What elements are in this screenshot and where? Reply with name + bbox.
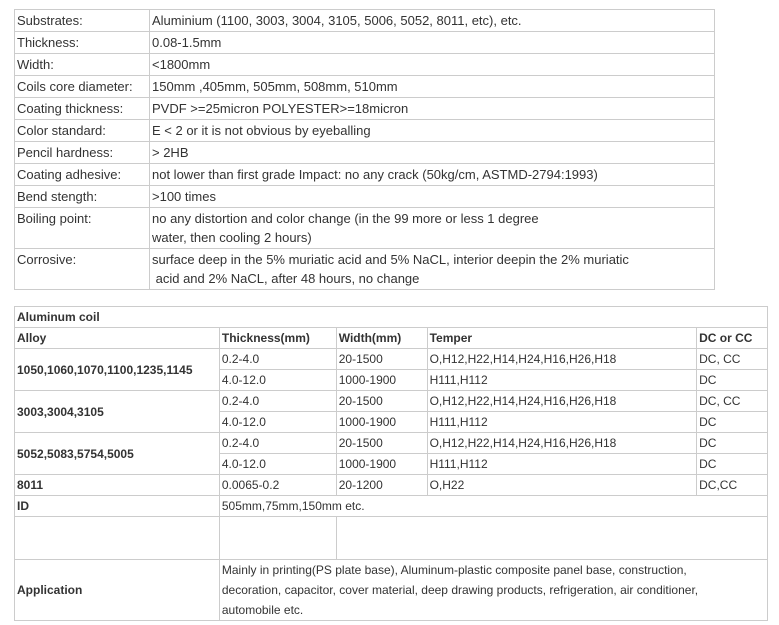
spec-value-line: acid and 2% NaCL, after 48 hours, no cha… <box>152 271 420 286</box>
dc-cell: DC <box>696 411 768 433</box>
spec-value: >100 times <box>149 185 715 208</box>
temper-cell: O,H12,H22,H14,H24,H16,H26,H18 <box>426 432 698 454</box>
spec-value: no any distortion and color change (in t… <box>149 207 715 249</box>
spec-row: Coating thickness: PVDF >=25micron POLYE… <box>14 97 715 120</box>
spec-label: Thickness: <box>14 31 150 54</box>
spec-label: Width: <box>14 53 150 76</box>
empty-cell <box>218 516 337 560</box>
coil-table-title: Aluminum coil <box>14 306 768 328</box>
alloy-cell: 5052,5083,5754,5005 <box>14 432 220 475</box>
spec-label: Corrosive: <box>14 248 150 290</box>
spec-row: Bend stength: >100 times <box>14 185 715 208</box>
spec-value: E < 2 or it is not obvious by eyeballing <box>149 119 715 142</box>
spec-label: Bend stength: <box>14 185 150 208</box>
application-row: Application Mainly in printing(PS plate … <box>14 559 769 621</box>
spec-value: > 2HB <box>149 141 715 164</box>
spec-label: Pencil hardness: <box>14 141 150 164</box>
width-cell: 1000-1900 <box>335 453 428 475</box>
aluminum-coil-table: Aluminum coil Alloy Thickness(mm) Width(… <box>14 306 769 621</box>
temper-cell: O,H22 <box>426 474 698 496</box>
id-label: ID <box>14 495 220 517</box>
application-line: decoration, capacitor, cover material, d… <box>221 583 699 597</box>
application-line: Mainly in printing(PS plate base), Alumi… <box>221 563 687 577</box>
thickness-cell: 0.0065-0.2 <box>218 474 337 496</box>
coil-title-row: Aluminum coil <box>14 306 768 328</box>
dc-cell: DC <box>696 432 768 454</box>
header-dc-or-cc: DC or CC <box>696 327 768 349</box>
width-cell: 1000-1900 <box>335 411 428 433</box>
specifications-table: Substrates: Aluminium (1100, 3003, 3004,… <box>14 9 715 290</box>
width-cell: 20-1200 <box>335 474 428 496</box>
spec-value-line: water, then cooling 2 hours) <box>152 230 312 245</box>
spec-value: <1800mm <box>149 53 715 76</box>
application-value: Mainly in printing(PS plate base), Alumi… <box>218 559 769 621</box>
thickness-cell: 4.0-12.0 <box>218 411 337 433</box>
temper-cell: O,H12,H22,H14,H24,H16,H26,H18 <box>426 390 698 412</box>
spec-value: PVDF >=25micron POLYESTER>=18micron <box>149 97 715 120</box>
header-temper: Temper <box>426 327 698 349</box>
empty-row <box>14 516 769 560</box>
table-row: 1050,1060,1070,1100,1235,1145 0.2-4.0 20… <box>14 348 768 391</box>
id-row: ID 505mm,75mm,150mm etc. <box>14 495 769 517</box>
thickness-cell: 0.2-4.0 <box>218 432 337 454</box>
spec-row: Color standard: E < 2 or it is not obvio… <box>14 119 715 142</box>
temper-cell: H111,H112 <box>426 411 698 433</box>
spec-label: Boiling point: <box>14 207 150 249</box>
dc-cell: DC, CC <box>696 348 768 370</box>
thickness-cell: 4.0-12.0 <box>218 453 337 475</box>
width-cell: 20-1500 <box>335 432 428 454</box>
dc-cell: DC,CC <box>696 474 768 496</box>
temper-cell: O,H12,H22,H14,H24,H16,H26,H18 <box>426 348 698 370</box>
dc-cell: DC <box>696 453 768 475</box>
temper-cell: H111,H112 <box>426 453 698 475</box>
alloy-cell: 3003,3004,3105 <box>14 390 220 433</box>
alloy-cell: 8011 <box>14 474 220 496</box>
spec-value: surface deep in the 5% muriatic acid and… <box>149 248 715 290</box>
spec-row: Coating adhesive: not lower than first g… <box>14 163 715 186</box>
width-cell: 1000-1900 <box>335 369 428 391</box>
thickness-cell: 0.2-4.0 <box>218 348 337 370</box>
spec-value-line: no any distortion and color change (in t… <box>152 211 539 226</box>
spec-row: Boiling point: no any distortion and col… <box>14 207 715 249</box>
spec-value: 150mm ,405mm, 505mm, 508mm, 510mm <box>149 75 715 98</box>
spec-row: Pencil hardness: > 2HB <box>14 141 715 164</box>
spec-row: Substrates: Aluminium (1100, 3003, 3004,… <box>14 9 715 32</box>
spec-row: Thickness: 0.08-1.5mm <box>14 31 715 54</box>
header-alloy: Alloy <box>14 327 220 349</box>
spec-label: Coating thickness: <box>14 97 150 120</box>
application-line: automobile etc. <box>221 603 304 617</box>
header-thickness: Thickness(mm) <box>218 327 337 349</box>
id-value: 505mm,75mm,150mm etc. <box>218 495 769 517</box>
spec-label: Coating adhesive: <box>14 163 150 186</box>
empty-cell <box>335 516 769 560</box>
spec-row: Corrosive: surface deep in the 5% muriat… <box>14 248 715 290</box>
spec-row: Coils core diameter: 150mm ,405mm, 505mm… <box>14 75 715 98</box>
spec-label: Coils core diameter: <box>14 75 150 98</box>
coil-header-row: Alloy Thickness(mm) Width(mm) Temper DC … <box>14 327 768 349</box>
width-cell: 20-1500 <box>335 348 428 370</box>
spec-row: Width: <1800mm <box>14 53 715 76</box>
spec-value: Aluminium (1100, 3003, 3004, 3105, 5006,… <box>149 9 715 32</box>
width-cell: 20-1500 <box>335 390 428 412</box>
thickness-cell: 4.0-12.0 <box>218 369 337 391</box>
table-row: 8011 0.0065-0.2 20-1200 O,H22 DC,CC <box>14 474 768 496</box>
alloy-cell: 1050,1060,1070,1100,1235,1145 <box>14 348 220 391</box>
empty-cell <box>14 516 220 560</box>
spec-label: Substrates: <box>14 9 150 32</box>
spec-label: Color standard: <box>14 119 150 142</box>
dc-cell: DC, CC <box>696 390 768 412</box>
spec-value: not lower than first grade Impact: no an… <box>149 163 715 186</box>
table-row: 3003,3004,3105 0.2-4.0 20-1500 O,H12,H22… <box>14 390 768 433</box>
application-label: Application <box>14 559 220 621</box>
table-row: 5052,5083,5754,5005 0.2-4.0 20-1500 O,H1… <box>14 432 768 475</box>
temper-cell: H111,H112 <box>426 369 698 391</box>
spec-value-line: surface deep in the 5% muriatic acid and… <box>152 252 629 267</box>
spec-value: 0.08-1.5mm <box>149 31 715 54</box>
header-width: Width(mm) <box>335 327 428 349</box>
thickness-cell: 0.2-4.0 <box>218 390 337 412</box>
dc-cell: DC <box>696 369 768 391</box>
